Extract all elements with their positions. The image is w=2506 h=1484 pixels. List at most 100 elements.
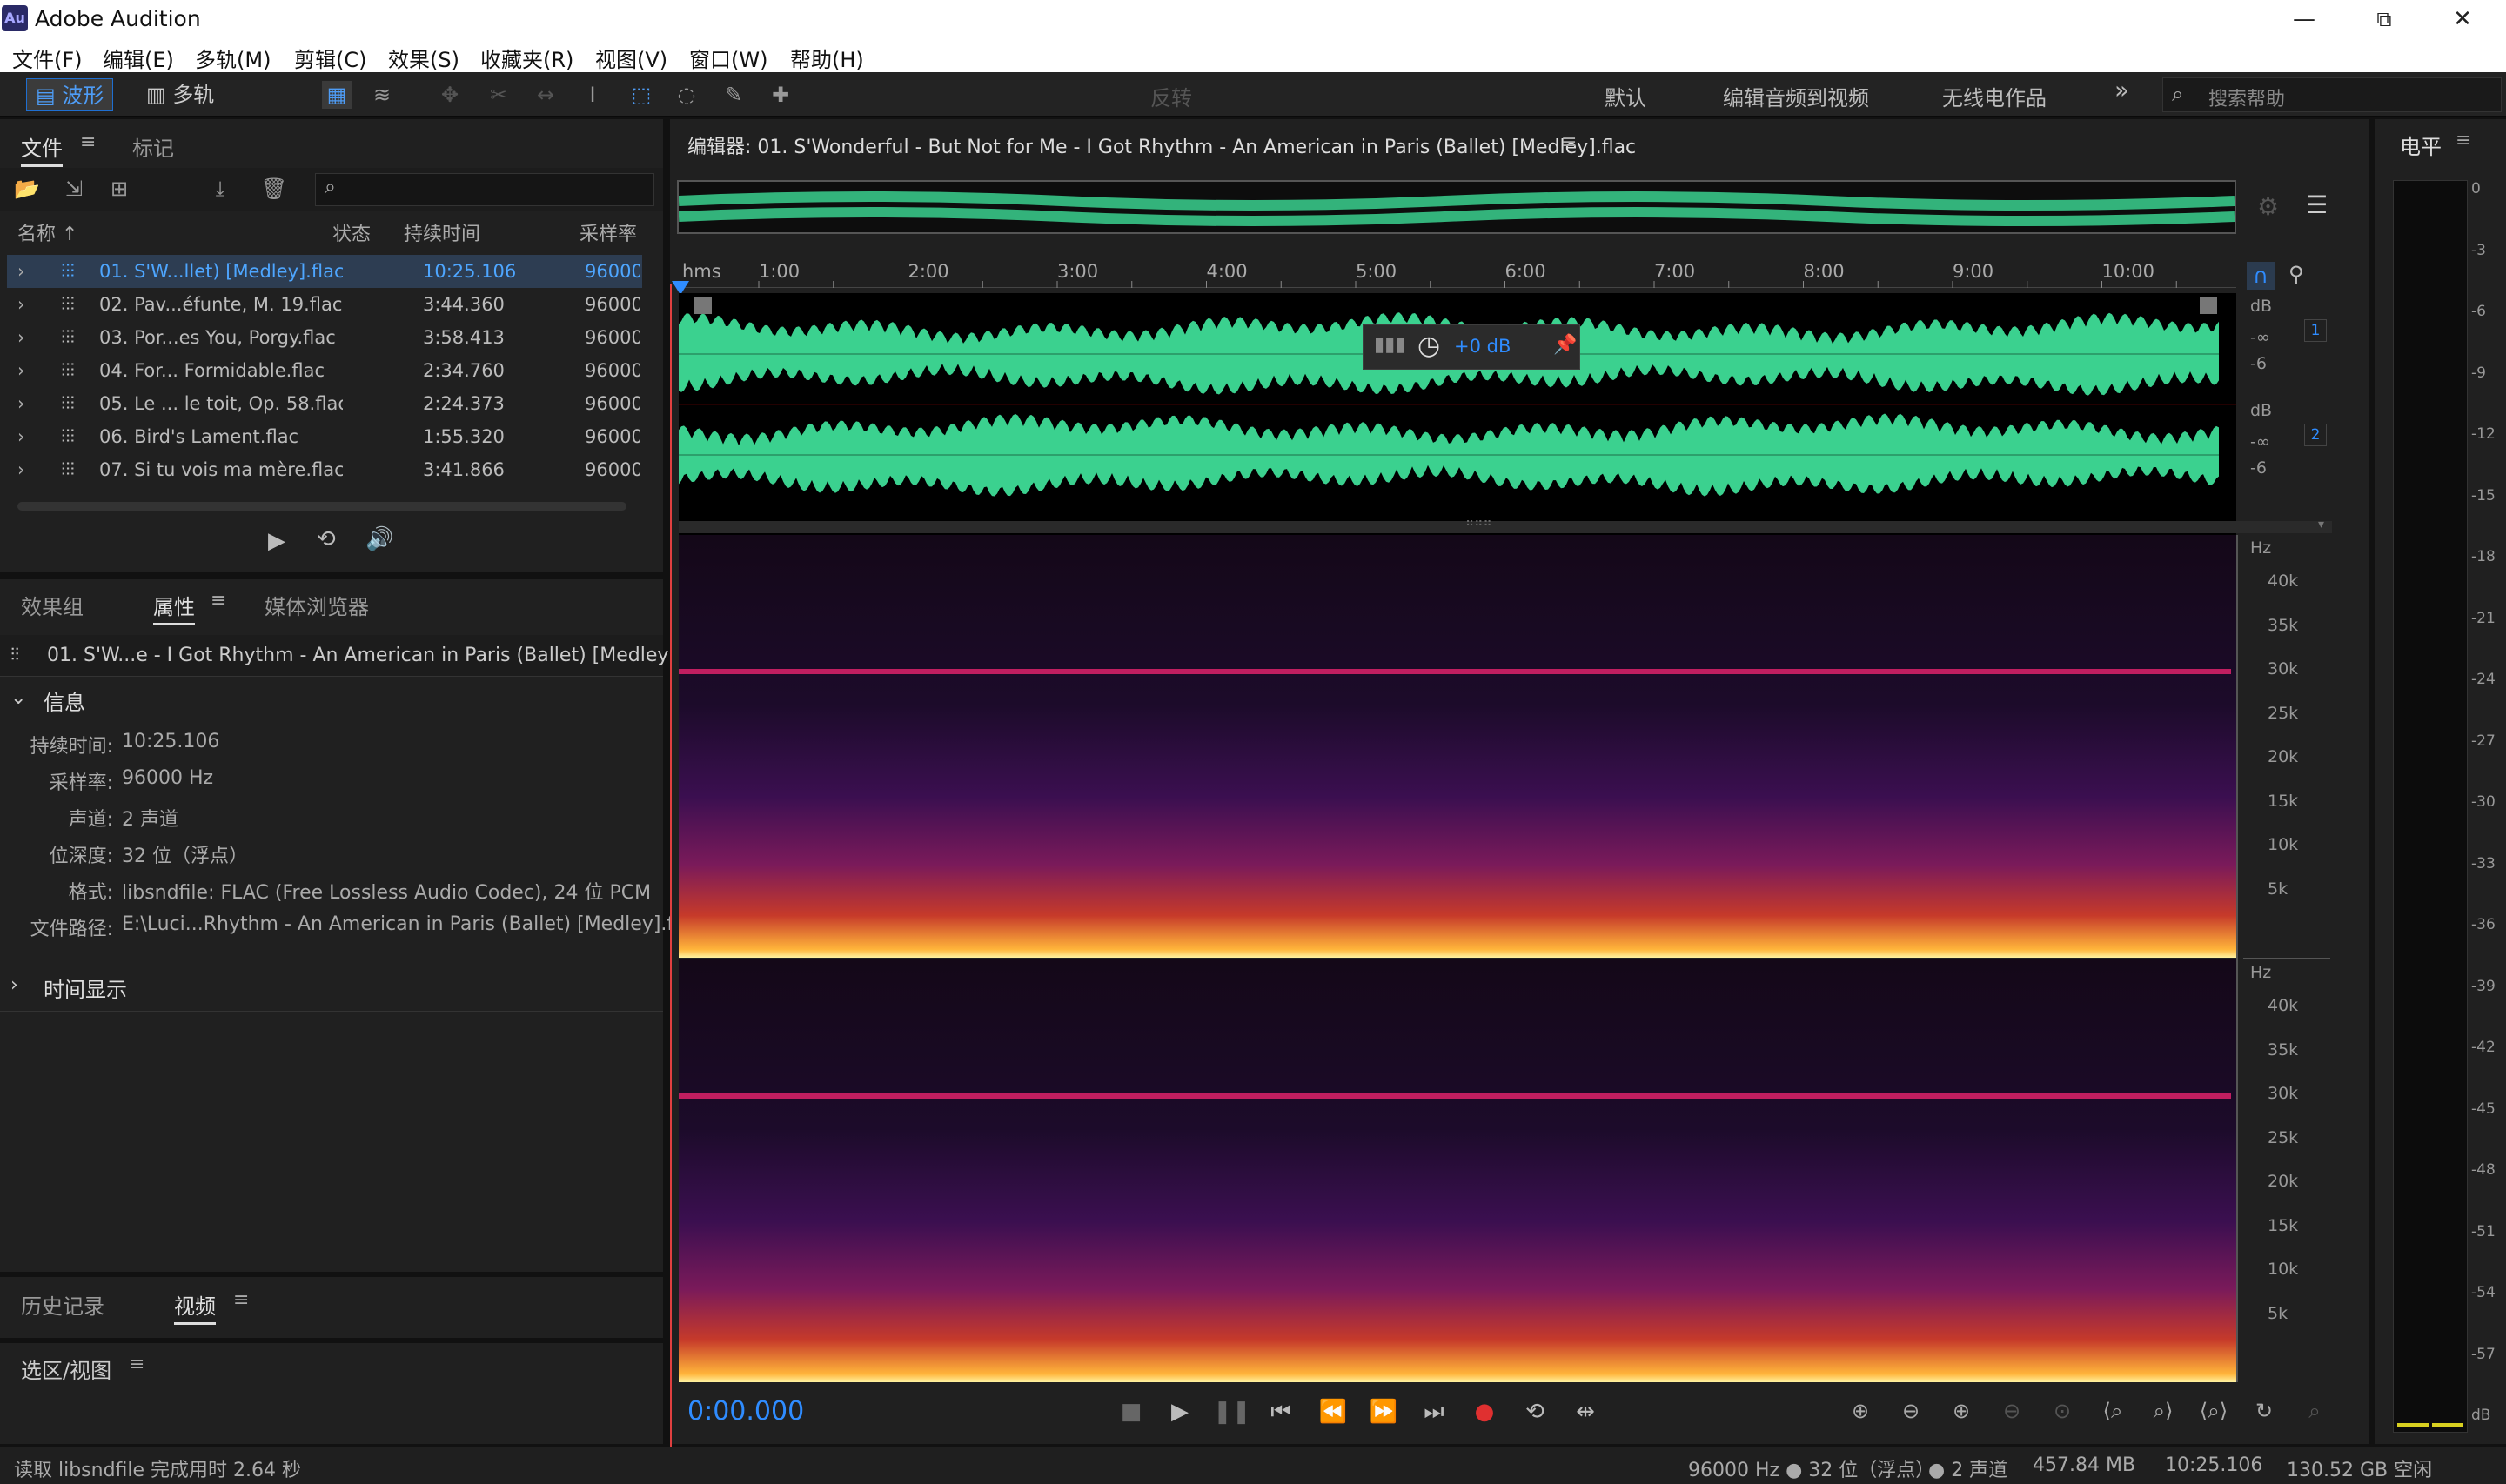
zoom-out-amplitude-icon[interactable]: ⊖ bbox=[1893, 1399, 1928, 1423]
minimize-button[interactable]: — bbox=[2278, 5, 2330, 33]
new-file-icon[interactable]: ⊞ bbox=[104, 175, 134, 203]
expand-icon[interactable]: › bbox=[17, 387, 24, 420]
marquee-selection-icon[interactable]: ⬚ bbox=[626, 81, 656, 109]
channel-1-toggle[interactable]: 1 bbox=[2304, 319, 2327, 342]
play-preview-icon[interactable]: ▶ bbox=[268, 528, 285, 554]
hud-gain-control[interactable]: ▮▮▮ ◷ +0 dB 📌 bbox=[1363, 324, 1580, 370]
tab-video[interactable]: 视频 bbox=[174, 1289, 216, 1325]
overview-toggle-icon[interactable]: ☰ bbox=[2306, 191, 2328, 219]
menu-file[interactable]: 文件(F) bbox=[12, 43, 83, 73]
workspace-default[interactable]: 默认 bbox=[1605, 81, 1646, 111]
stop-button[interactable]: ■ bbox=[1114, 1399, 1149, 1425]
zoom-selection-icon[interactable]: ⟨⌕⟩ bbox=[2196, 1399, 2231, 1423]
zoom-in-amplitude-icon[interactable]: ⊕ bbox=[1843, 1399, 1878, 1423]
selection-view-title[interactable]: 选区/视图 bbox=[21, 1354, 111, 1384]
insert-into-multitrack-icon[interactable]: ⤓ bbox=[205, 175, 235, 203]
menu-effects[interactable]: 效果(S) bbox=[388, 43, 459, 73]
multitrack-mode-button[interactable]: ▥ 多轨 bbox=[137, 78, 223, 111]
menu-edit[interactable]: 编辑(E) bbox=[103, 43, 174, 73]
close-button[interactable]: ✕ bbox=[2436, 5, 2489, 33]
menu-favorites[interactable]: 收藏夹(R) bbox=[480, 43, 573, 73]
zoom-out-time-icon[interactable]: ⊖ bbox=[1994, 1399, 2029, 1423]
delete-icon[interactable]: 🗑 bbox=[259, 175, 289, 203]
expand-icon[interactable]: › bbox=[17, 354, 24, 387]
spot-healing-icon[interactable]: ✚ bbox=[766, 81, 795, 109]
spectral-channel-2[interactable] bbox=[679, 959, 2236, 1382]
tab-effects-rack[interactable]: 效果组 bbox=[21, 590, 84, 620]
channel-2-toggle[interactable]: 2 bbox=[2304, 424, 2327, 446]
waveform-mode-button[interactable]: ▤ 波形 bbox=[26, 78, 114, 111]
expand-icon[interactable]: › bbox=[17, 453, 24, 486]
razor-tool-icon[interactable]: ✂ bbox=[484, 81, 513, 109]
go-to-end-button[interactable]: ⏭ bbox=[1417, 1399, 1451, 1426]
current-time-display[interactable]: 0:00.000 bbox=[687, 1396, 804, 1427]
expand-icon[interactable]: › bbox=[17, 255, 24, 288]
column-samplerate[interactable]: 采样率 bbox=[580, 218, 637, 246]
info-collapse-icon[interactable]: ⌄ bbox=[10, 687, 26, 709]
play-button[interactable]: ▶ bbox=[1163, 1399, 1197, 1425]
spectral-channel-1[interactable] bbox=[679, 535, 2236, 958]
time-selection-icon[interactable]: I bbox=[578, 81, 607, 109]
hud-pin-icon[interactable]: 📌 bbox=[1553, 334, 1577, 356]
zoom-out-full-icon[interactable]: ⌕ bbox=[2297, 1399, 2332, 1423]
paintbrush-selection-icon[interactable]: ✎ bbox=[719, 81, 748, 109]
file-row[interactable]: › ⫶⫶⫶ 05. Le ... le toit, Op. 58.flac 2:24.… bbox=[7, 387, 642, 420]
zoom-in-time-icon[interactable]: ⊕ bbox=[1944, 1399, 1979, 1423]
lasso-selection-icon[interactable]: ◌ bbox=[672, 81, 701, 109]
file-row[interactable]: › ⫶⫶⫶ 02. Pav...éfunte, M. 19.flac 3:44.360… bbox=[7, 288, 642, 321]
time-display-section[interactable]: 时间显示 bbox=[44, 973, 127, 1003]
fast-forward-button[interactable]: ⏩ bbox=[1366, 1399, 1401, 1425]
tab-media-browser[interactable]: 媒体浏览器 bbox=[265, 590, 369, 620]
invert-button[interactable]: 反转 bbox=[1150, 81, 1192, 111]
loop-playback-button[interactable]: ⟲ bbox=[1518, 1399, 1552, 1425]
workspace-edit-audio-to-video[interactable]: 编辑音频到视频 bbox=[1723, 81, 1869, 111]
menu-window[interactable]: 窗口(W) bbox=[689, 43, 767, 73]
waveform-spectral-splitter[interactable]: ⠶⠶⠶ ▾ bbox=[679, 516, 2332, 533]
info-section-header[interactable]: 信息 bbox=[44, 685, 85, 716]
editor-menu-icon[interactable]: ≡ bbox=[1561, 131, 1577, 153]
tab-properties[interactable]: 属性 bbox=[153, 590, 195, 625]
files-horizontal-scrollbar[interactable] bbox=[17, 502, 626, 511]
tab-markers[interactable]: 标记 bbox=[132, 131, 174, 162]
maximize-button[interactable]: ⧉ bbox=[2358, 5, 2410, 33]
expand-icon[interactable]: › bbox=[17, 420, 24, 453]
gain-value[interactable]: +0 dB bbox=[1454, 336, 1511, 357]
time-ruler[interactable]: hms 1:00 2:00 3:00 4:00 5:00 6:00 7:00 8:00 9:00 1… bbox=[679, 258, 2476, 288]
menu-clip[interactable]: 剪辑(C) bbox=[294, 43, 366, 73]
zoom-full-icon[interactable]: ⊙ bbox=[2045, 1399, 2080, 1423]
zoom-reset-icon[interactable]: ↻ bbox=[2247, 1399, 2282, 1423]
menu-help[interactable]: 帮助(H) bbox=[790, 43, 864, 73]
overview-navigator[interactable] bbox=[677, 180, 2236, 234]
pause-button[interactable]: ❚❚ bbox=[1213, 1399, 1251, 1425]
zoom-settings-icon[interactable]: ⚙ bbox=[2257, 192, 2279, 221]
column-duration[interactable]: 持续时间 bbox=[404, 218, 480, 246]
open-folder-icon[interactable]: 📂 bbox=[12, 175, 42, 203]
column-status[interactable]: 状态 bbox=[332, 218, 371, 246]
files-filter-input[interactable]: ⌕ bbox=[315, 173, 654, 206]
go-to-start-button[interactable]: ⏮ bbox=[1263, 1399, 1298, 1426]
file-row[interactable]: › ⫶⫶⫶ 06. Bird's Lament.flac 1:55.320 96000 bbox=[7, 420, 642, 453]
move-tool-icon[interactable]: ✥ bbox=[435, 81, 465, 109]
files-panel-menu-icon[interactable]: ≡ bbox=[80, 131, 96, 153]
selection-menu-icon[interactable]: ≡ bbox=[129, 1354, 144, 1375]
loop-preview-icon[interactable]: ⟲ bbox=[317, 526, 336, 552]
rewind-button[interactable]: ⏪ bbox=[1316, 1399, 1350, 1425]
fade-in-handle[interactable] bbox=[694, 297, 712, 314]
tab-history[interactable]: 历史记录 bbox=[21, 1289, 104, 1320]
file-row[interactable]: › ⫶⫶⫶ 03. Por...es You, Porgy.flac 3:58.413… bbox=[7, 321, 642, 354]
import-file-icon[interactable]: ⇲ bbox=[59, 175, 89, 203]
record-button[interactable]: ● bbox=[1467, 1399, 1502, 1425]
video-menu-icon[interactable]: ≡ bbox=[233, 1289, 249, 1311]
zoom-in-left-icon[interactable]: ⟨⌕ bbox=[2095, 1399, 2130, 1423]
expand-icon[interactable]: › bbox=[17, 288, 24, 321]
more-workspaces-icon[interactable]: » bbox=[2114, 76, 2129, 104]
zoom-in-right-icon[interactable]: ⌕⟩ bbox=[2146, 1399, 2181, 1423]
workspace-radio-production[interactable]: 无线电作品 bbox=[1942, 81, 2047, 111]
autoplay-icon[interactable]: 🔊 bbox=[365, 526, 393, 552]
menu-view[interactable]: 视图(V) bbox=[595, 43, 667, 73]
help-search-box[interactable]: ⌕ 搜索帮助 bbox=[2162, 77, 2502, 112]
file-row[interactable]: › ⫶⫶⫶ 07. Si tu vois ma mère.flac 3:41.866 9… bbox=[7, 453, 642, 486]
menu-multitrack[interactable]: 多轨(M) bbox=[195, 43, 271, 73]
fade-out-handle[interactable] bbox=[2200, 297, 2217, 314]
time-display-expand-icon[interactable]: › bbox=[10, 974, 18, 996]
